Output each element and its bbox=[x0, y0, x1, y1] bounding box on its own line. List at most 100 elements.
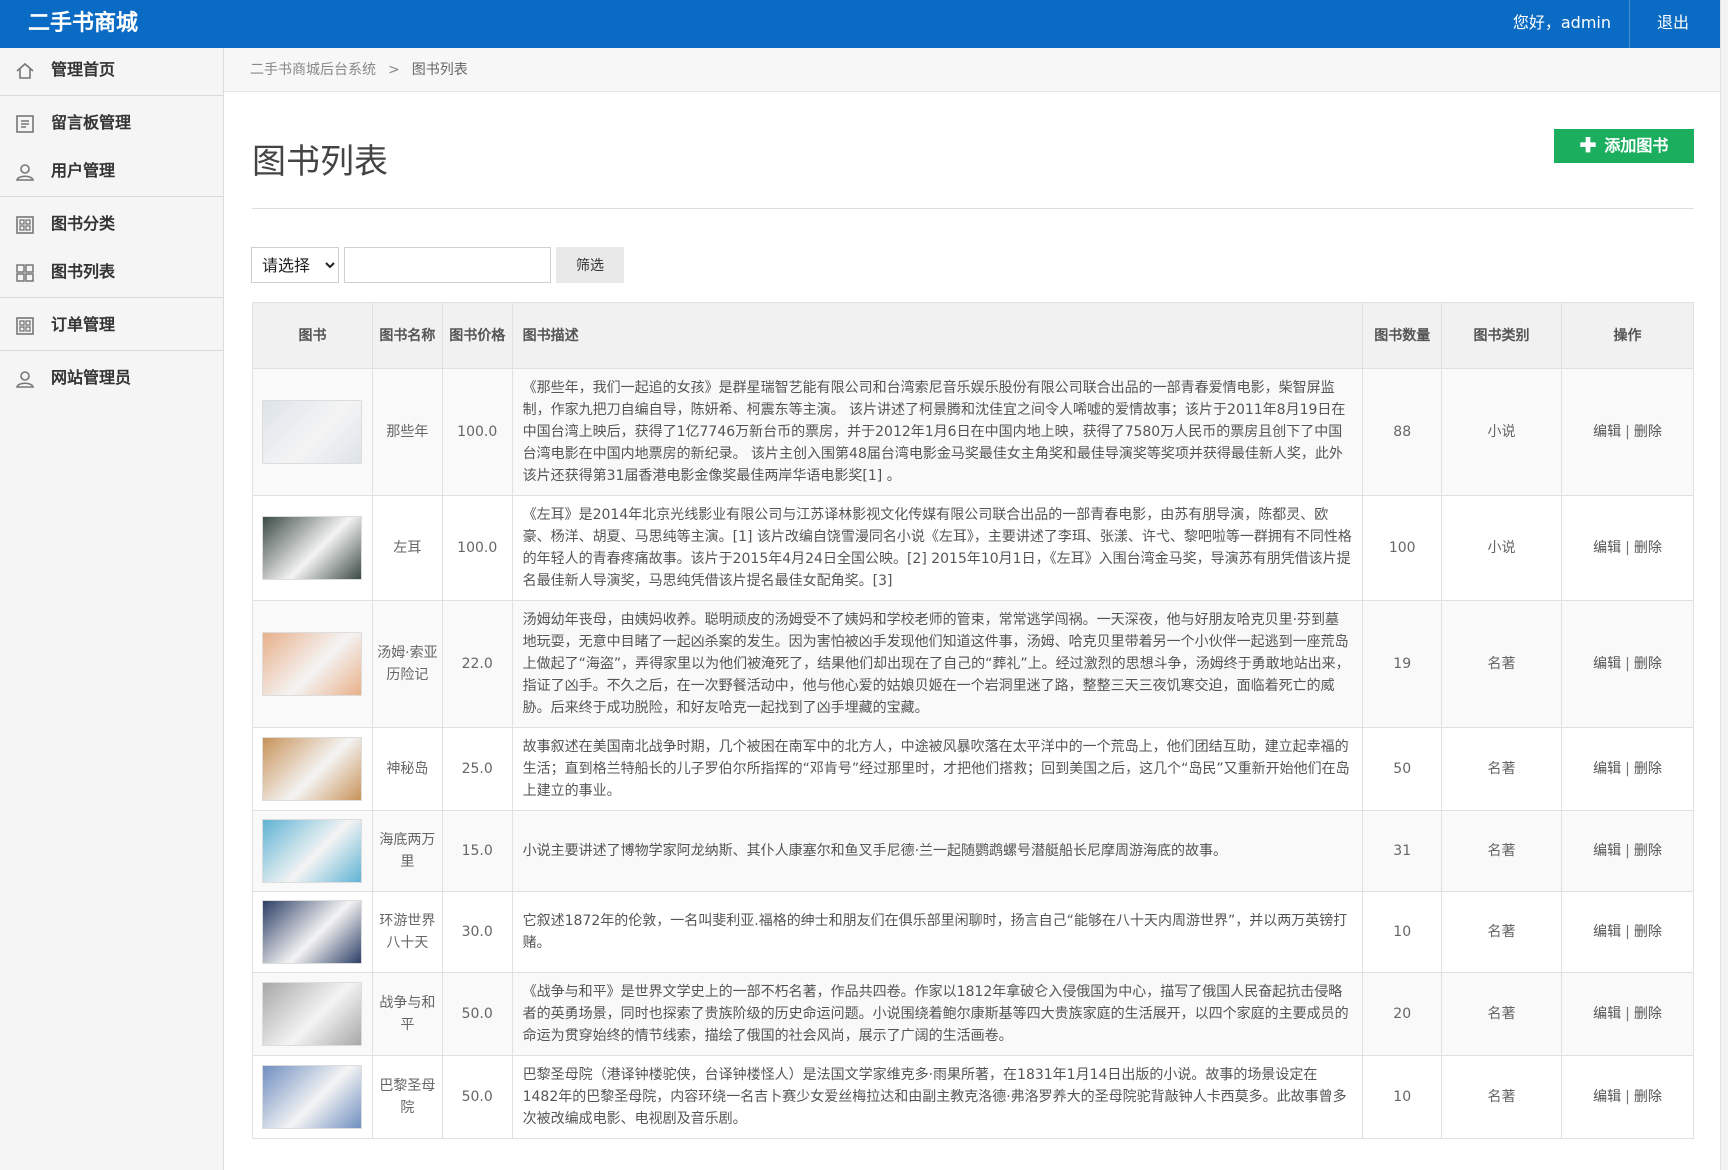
edit-link[interactable]: 编辑 bbox=[1593, 761, 1621, 777]
row-actions: 编辑 | 删除 bbox=[1560, 810, 1695, 892]
book-quantity: 20 bbox=[1362, 972, 1442, 1056]
book-name: 那些年 bbox=[371, 368, 443, 496]
header-price: 图书价格 bbox=[441, 302, 513, 369]
table-row: 那些年 100.0 《那些年，我们一起追的女孩》是群星瑞智艺能有限公司和台湾索尼音乐… bbox=[252, 368, 1695, 496]
header-cover: 图书 bbox=[252, 302, 373, 369]
book-description: 《战争与和平》是世界文学史上的一部不朽名著，作品共四卷。作家以1812年拿破仑入… bbox=[511, 972, 1364, 1056]
message-board-icon bbox=[16, 115, 34, 133]
book-category: 名著 bbox=[1440, 600, 1562, 728]
action-separator: | bbox=[1625, 540, 1630, 556]
sidebar-item-label: 留言板管理 bbox=[51, 113, 132, 132]
book-description: 《那些年，我们一起追的女孩》是群星瑞智艺能有限公司和台湾索尼音乐娱乐股份有限公司… bbox=[511, 368, 1364, 496]
book-quantity: 19 bbox=[1362, 600, 1442, 728]
edit-link[interactable]: 编辑 bbox=[1593, 540, 1621, 556]
book-quantity: 88 bbox=[1362, 368, 1442, 496]
book-price: 100.0 bbox=[441, 495, 513, 601]
cover-cell bbox=[252, 891, 373, 973]
delete-link[interactable]: 删除 bbox=[1634, 1006, 1662, 1022]
book-price: 50.0 bbox=[441, 1055, 513, 1139]
action-separator: | bbox=[1625, 656, 1630, 672]
edit-link[interactable]: 编辑 bbox=[1593, 1006, 1621, 1022]
filter-button[interactable]: 筛选 bbox=[556, 247, 624, 283]
book-description: 《左耳》是2014年北京光线影业有限公司与江苏译林影视文化传媒有限公司联合出品的… bbox=[511, 495, 1364, 601]
book-description: 故事叙述在美国南北战争时期，几个被困在南军中的北方人，中途被风暴吹落在太平洋中的… bbox=[511, 727, 1364, 811]
action-separator: | bbox=[1625, 1006, 1630, 1022]
add-book-button[interactable]: ✚ 添加图书 bbox=[1554, 129, 1694, 163]
delete-link[interactable]: 删除 bbox=[1634, 540, 1662, 556]
page-scrollbar[interactable] bbox=[1720, 0, 1728, 1170]
action-separator: | bbox=[1625, 924, 1630, 940]
cover-cell bbox=[252, 495, 373, 601]
delete-link[interactable]: 删除 bbox=[1634, 656, 1662, 672]
table-row: 战争与和平 50.0 《战争与和平》是世界文学史上的一部不朽名著，作品共四卷。作家以… bbox=[252, 972, 1695, 1056]
book-cover-image bbox=[262, 632, 363, 696]
book-quantity: 100 bbox=[1362, 495, 1442, 601]
action-separator: | bbox=[1625, 1089, 1630, 1105]
book-name: 巴黎圣母院 bbox=[371, 1055, 443, 1139]
sidebar-item-home[interactable]: 管理首页 bbox=[0, 48, 223, 96]
logout-link[interactable]: 退出 bbox=[1640, 0, 1706, 46]
title-divider bbox=[252, 208, 1694, 209]
edit-link[interactable]: 编辑 bbox=[1593, 424, 1621, 440]
sidebar-item-book-category[interactable]: 图书分类 bbox=[0, 202, 223, 250]
sidebar-item-book-list[interactable]: 图书列表 bbox=[0, 250, 223, 298]
user-icon bbox=[16, 371, 34, 388]
book-description: 汤姆幼年丧母，由姨妈收养。聪明顽皮的汤姆受不了姨妈和学校老师的管束，常常逃学闯祸… bbox=[511, 600, 1364, 728]
grid-icon bbox=[16, 264, 34, 282]
sidebar-item-users[interactable]: 用户管理 bbox=[0, 149, 223, 197]
book-cover-image bbox=[262, 900, 363, 964]
sidebar-item-message-board[interactable]: 留言板管理 bbox=[0, 101, 223, 149]
sidebar-item-label: 用户管理 bbox=[51, 161, 116, 180]
table-row: 左耳 100.0 《左耳》是2014年北京光线影业有限公司与江苏译林影视文化传媒有限… bbox=[252, 495, 1695, 601]
row-actions: 编辑 | 删除 bbox=[1560, 495, 1695, 601]
header-category: 图书类别 bbox=[1440, 302, 1562, 369]
sidebar-item-site-admin[interactable]: 网站管理员 bbox=[0, 356, 223, 404]
book-description: 小说主要讲述了博物学家阿龙纳斯、其仆人康塞尔和鱼叉手尼德·兰一起随鹦鹉螺号潜艇船… bbox=[511, 810, 1364, 892]
book-table: 图书 图书名称 图书价格 图书描述 图书数量 图书类别 操作 那些年 100.0 《… bbox=[252, 302, 1695, 1139]
edit-link[interactable]: 编辑 bbox=[1593, 924, 1621, 940]
breadcrumb-root[interactable]: 二手书商城后台系统 bbox=[250, 62, 376, 78]
book-category: 名著 bbox=[1440, 1055, 1562, 1139]
delete-link[interactable]: 删除 bbox=[1634, 924, 1662, 940]
breadcrumb-current: 图书列表 bbox=[411, 62, 468, 78]
sidebar-item-label: 订单管理 bbox=[51, 315, 116, 334]
delete-link[interactable]: 删除 bbox=[1634, 843, 1662, 859]
edit-link[interactable]: 编辑 bbox=[1593, 843, 1621, 859]
sidebar-item-orders[interactable]: 订单管理 bbox=[0, 303, 223, 351]
book-description: 它叙述1872年的伦敦，一名叫斐利亚.福格的绅士和朋友们在俱乐部里闲聊时，扬言自… bbox=[511, 891, 1364, 973]
edit-link[interactable]: 编辑 bbox=[1593, 1089, 1621, 1105]
book-quantity: 31 bbox=[1362, 810, 1442, 892]
cover-cell bbox=[252, 972, 373, 1056]
grid-icon bbox=[16, 216, 34, 234]
search-input[interactable] bbox=[344, 247, 551, 283]
header-quantity: 图书数量 bbox=[1362, 302, 1442, 369]
edit-link[interactable]: 编辑 bbox=[1593, 656, 1621, 672]
cover-cell bbox=[252, 1055, 373, 1139]
delete-link[interactable]: 删除 bbox=[1634, 1089, 1662, 1105]
sidebar-item-label: 图书列表 bbox=[51, 262, 116, 281]
book-category: 小说 bbox=[1440, 368, 1562, 496]
cover-cell bbox=[252, 600, 373, 728]
delete-link[interactable]: 删除 bbox=[1634, 761, 1662, 777]
book-name: 环游世界八十天 bbox=[371, 891, 443, 973]
breadcrumb: 二手书商城后台系统 > 图书列表 bbox=[224, 48, 1720, 92]
table-row: 神秘岛 25.0 故事叙述在美国南北战争时期，几个被困在南军中的北方人，中途被风暴吹… bbox=[252, 727, 1695, 811]
row-actions: 编辑 | 删除 bbox=[1560, 891, 1695, 973]
book-price: 30.0 bbox=[441, 891, 513, 973]
book-name: 神秘岛 bbox=[371, 727, 443, 811]
delete-link[interactable]: 删除 bbox=[1634, 424, 1662, 440]
sidebar: 管理首页 留言板管理 用户管理 图书分类 图书列表 订单管理 网站管理员 bbox=[0, 48, 224, 1170]
app-brand[interactable]: 二手书商城 bbox=[0, 0, 224, 48]
table-row: 巴黎圣母院 50.0 巴黎圣母院（港译钟楼驼侠，台译钟楼怪人）是法国文学家维克多·雨… bbox=[252, 1055, 1695, 1139]
category-select[interactable]: 请选择 bbox=[251, 247, 339, 283]
cover-cell bbox=[252, 368, 373, 496]
row-actions: 编辑 | 删除 bbox=[1560, 1055, 1695, 1139]
breadcrumb-separator: > bbox=[388, 62, 400, 78]
book-category: 名著 bbox=[1440, 810, 1562, 892]
book-cover-image bbox=[262, 400, 363, 464]
user-icon bbox=[16, 164, 34, 181]
book-name: 海底两万里 bbox=[371, 810, 443, 892]
cover-cell bbox=[252, 727, 373, 811]
table-row: 海底两万里 15.0 小说主要讲述了博物学家阿龙纳斯、其仆人康塞尔和鱼叉手尼德·兰一… bbox=[252, 810, 1695, 892]
book-cover-image bbox=[262, 1065, 363, 1129]
